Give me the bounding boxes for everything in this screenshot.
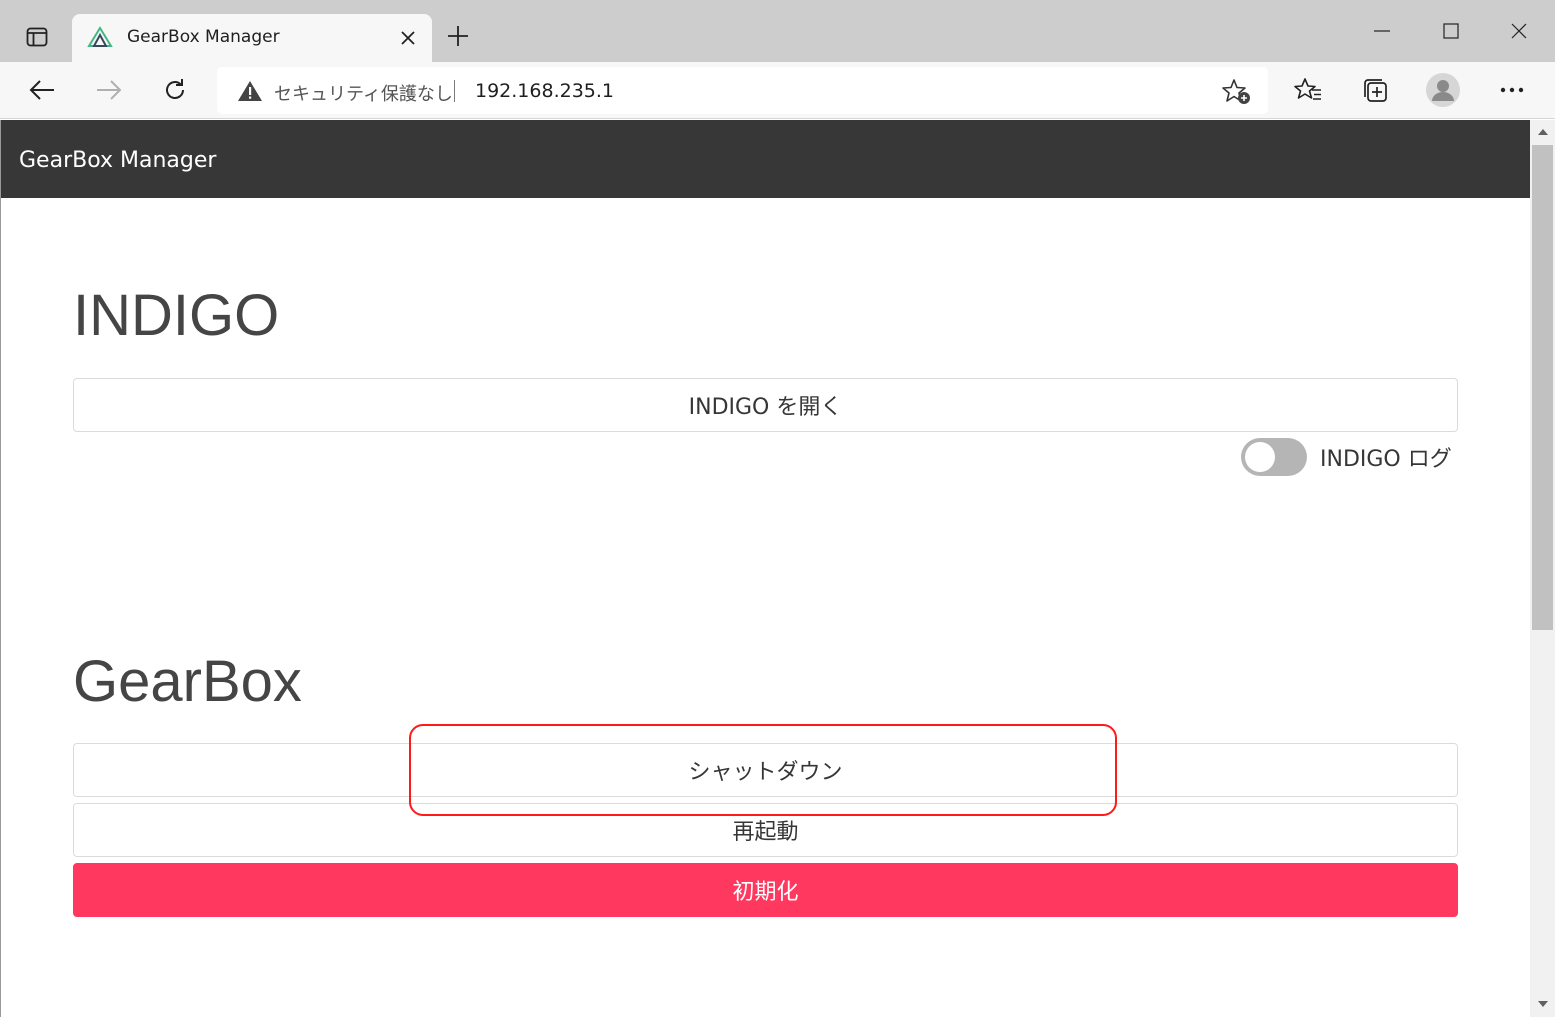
shutdown-button[interactable]: シャットダウン <box>73 743 1458 797</box>
tab-strip: GearBox Manager <box>0 0 1555 62</box>
collections-icon[interactable] <box>1355 70 1395 110</box>
profile-icon[interactable] <box>1423 70 1463 110</box>
forward-arrow-icon[interactable] <box>89 70 129 110</box>
page-content: INDIGO INDIGO を開く INDIGO ログ GearBox シャット… <box>1 198 1530 1017</box>
scroll-up-arrow-icon[interactable] <box>1530 124 1555 140</box>
reboot-button[interactable]: 再起動 <box>73 803 1458 857</box>
toggle-knob <box>1245 442 1275 472</box>
add-favorite-icon[interactable] <box>1220 76 1254 108</box>
open-indigo-button[interactable]: INDIGO を開く <box>73 378 1458 432</box>
scroll-down-arrow-icon[interactable] <box>1530 996 1555 1012</box>
window-close-icon[interactable] <box>1497 10 1541 52</box>
edge-favicon-icon <box>87 26 113 52</box>
address-bar[interactable]: セキュリティ保護なし 192.168.235.1 <box>217 67 1268 114</box>
vertical-scrollbar[interactable] <box>1530 120 1555 1017</box>
more-icon[interactable] <box>1492 70 1532 110</box>
browser-tab[interactable]: GearBox Manager <box>72 14 432 62</box>
browser-toolbar: セキュリティ保護なし 192.168.235.1 <box>0 62 1555 119</box>
tab-title: GearBox Manager <box>127 27 280 47</box>
scrollbar-thumb[interactable] <box>1532 145 1553 630</box>
minimize-icon[interactable] <box>1360 10 1404 52</box>
tab-actions-icon[interactable] <box>14 16 60 58</box>
security-status-text[interactable]: セキュリティ保護なし <box>274 80 453 106</box>
indigo-log-toggle[interactable] <box>1241 438 1307 476</box>
back-arrow-icon[interactable] <box>22 70 62 110</box>
address-separator <box>454 80 455 102</box>
gearbox-section-title: GearBox <box>73 649 302 714</box>
reload-icon[interactable] <box>155 70 195 110</box>
close-icon[interactable] <box>392 22 424 54</box>
indigo-log-toggle-row: INDIGO ログ <box>1241 438 1452 476</box>
app-navbar: GearBox Manager <box>1 120 1530 198</box>
favorites-icon[interactable] <box>1288 70 1328 110</box>
warning-icon[interactable] <box>237 80 263 106</box>
indigo-section-title: INDIGO <box>73 283 280 348</box>
url-text[interactable]: 192.168.235.1 <box>475 80 614 102</box>
indigo-log-label[interactable]: INDIGO ログ <box>1320 441 1452 473</box>
plus-icon[interactable] <box>440 18 476 54</box>
navbar-brand[interactable]: GearBox Manager <box>19 148 216 173</box>
maximize-icon[interactable] <box>1429 10 1473 52</box>
factory-reset-button[interactable]: 初期化 <box>73 863 1458 917</box>
